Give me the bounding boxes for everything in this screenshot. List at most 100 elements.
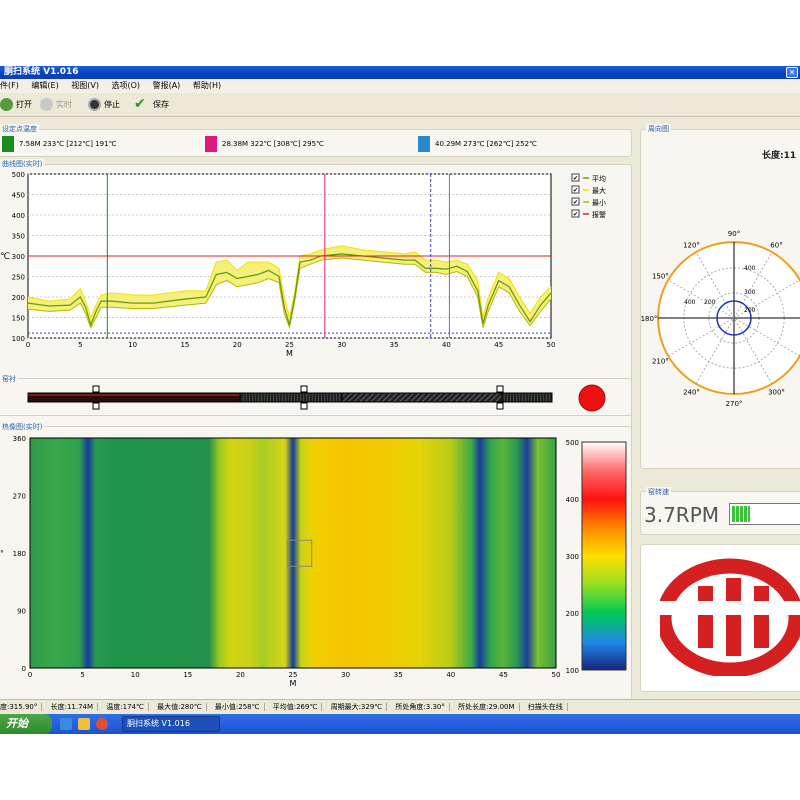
thermal-y-tick: 270 (13, 493, 26, 501)
status-cycle-max: 周期最大:329℃ (330, 703, 388, 711)
open-button[interactable]: 打开 (0, 97, 32, 113)
status-angle: 度:315.90° (0, 703, 43, 711)
realtime-button[interactable]: 实时 (40, 97, 72, 113)
kiln-marker-2b (300, 402, 308, 410)
stop-button[interactable]: 停止 (88, 97, 120, 113)
speed-value: 3.7RPM (644, 503, 720, 527)
curve-chart: 100 150 200 250 300 350 400 450 500 0 5 10 15 20 25 30 3… (0, 171, 606, 358)
speed-title: 窑转速 (646, 487, 671, 497)
polar-chart: 90° 60° 120° 150° 180° 210° 240° 270° 300° 400 300… (641, 230, 800, 406)
status-max: 最大值:280℃ (157, 703, 207, 711)
thermal-y-tick: 360 (13, 435, 26, 443)
polar-angle-label: 300° (768, 389, 785, 397)
curve-y-tick: 350 (12, 233, 25, 241)
menu-edit[interactable]: 编辑(E) (31, 81, 58, 90)
curve-x-tick: 50 (547, 341, 556, 349)
thermal-x-tick: 25 (289, 671, 298, 679)
status-length: 长度:11.74M (50, 703, 99, 711)
curve-y-tick: 200 (12, 294, 25, 302)
colorbar-tick: 200 (566, 610, 579, 618)
curve-x-tick: 15 (180, 341, 189, 349)
polar-angle-label: 180° (641, 315, 658, 323)
company-logo (660, 558, 800, 676)
menu-help[interactable]: 帮助(H) (193, 81, 221, 90)
taskbar: 开始 胴扫系统 V1.016 (0, 714, 800, 734)
polar-angle-label: 150° (652, 273, 669, 281)
speed-gauge-fill (732, 506, 750, 522)
legend-check-mark: ✔ (573, 199, 578, 206)
thermal-x-label: M (290, 679, 297, 688)
status-temp: 温度:174℃ (106, 703, 149, 711)
colorbar-tick: 300 (566, 553, 579, 561)
check-icon: ✔ (134, 96, 146, 112)
status-bar: 度:315.90° 长度:11.74M 温度:174℃ 最大值:280℃ 最小值… (0, 699, 800, 713)
menu-file[interactable]: 件(F) (0, 81, 19, 90)
status-scanner: 扫描头在线 (527, 703, 568, 711)
start-button[interactable]: 开始 (0, 714, 52, 734)
curve-x-tick: 5 (78, 341, 82, 349)
setpoint-3[interactable]: 40.29M 273℃ [262℃] 252℃ (418, 136, 537, 152)
curve-x-tick: 0 (26, 341, 30, 349)
close-button[interactable]: ✕ (786, 67, 798, 78)
window-title: 胴扫系统 V1.016 (4, 67, 79, 77)
polar-radial-label: 400 (744, 265, 756, 272)
setpoint-2[interactable]: 28.38M 322℃ [308℃] 295℃ (205, 136, 324, 152)
polar-angle-label: 60° (770, 241, 782, 249)
thermal-y-tick: 90 (17, 608, 26, 616)
menu-bar: 件(F) 编辑(E) 视图(V) 选项(O) 警报(A) 帮助(H) (0, 79, 800, 93)
kiln-marker-3 (496, 385, 504, 393)
polar-angle-label: 90° (728, 230, 740, 238)
kiln-segment-1 (27, 392, 241, 403)
kiln-marker-3b (496, 402, 504, 410)
colorbar-tick: 500 (566, 439, 579, 447)
legend-label: 最小 (592, 198, 606, 207)
kiln-marker-1 (92, 385, 100, 393)
thermal-chart: 0 90 180 270 360 0 5 10 15 20 25 30 35 40 45 50 M ° 100 200… (0, 435, 627, 688)
status-min: 最小值:258℃ (214, 703, 265, 711)
setpoint-2-swatch (205, 136, 217, 152)
title-bar: 胴扫系统 V1.016 ✕ (0, 66, 800, 79)
colorbar-tick: 400 (566, 496, 579, 504)
colorbar-tick: 100 (566, 667, 579, 675)
length-readout: 长度:11 (762, 151, 797, 161)
curve-y-tick: 150 (12, 315, 25, 323)
menu-options[interactable]: 选项(O) (112, 81, 141, 90)
stop-icon (88, 98, 101, 111)
menu-alarm[interactable]: 警报(A) (153, 81, 181, 90)
media-icon[interactable] (96, 718, 108, 730)
save-button[interactable]: ✔ 保存 (134, 97, 169, 113)
curve-y-label: ℃ (0, 252, 10, 262)
polar-radial-label: 400 (684, 299, 696, 306)
polar-radial-label: 200 (744, 307, 756, 314)
polar-title: 周向图 (646, 124, 671, 134)
thermal-x-tick: 20 (236, 671, 245, 679)
curve-y-tick: 100 (12, 335, 25, 343)
curve-x-tick: 45 (494, 341, 503, 349)
kiln-segment-4 (501, 392, 553, 403)
kiln-segment-2 (239, 392, 343, 403)
thermal-x-tick: 45 (499, 671, 508, 679)
speed-gauge (729, 503, 800, 525)
legend-check-mark: ✔ (573, 175, 578, 182)
legend-check-mark: ✔ (573, 187, 578, 194)
polar-radial-label: 300 (744, 289, 756, 296)
app-window: 胴扫系统 V1.016 ✕ 件(F) 编辑(E) 视图(V) 选项(O) 警报(… (0, 66, 800, 734)
legend-check-mark: ✔ (573, 211, 578, 218)
legend-label: 最大 (592, 186, 606, 195)
colorbar (581, 441, 627, 671)
curve-y-tick: 500 (12, 171, 25, 179)
thermal-image (29, 437, 557, 669)
taskbar-item-app[interactable]: 胴扫系统 V1.016 (122, 716, 220, 732)
toolbar: 打开 实时 停止 ✔ 保存 (0, 93, 800, 117)
folder-icon[interactable] (78, 718, 90, 730)
thermal-x-tick: 50 (552, 671, 561, 679)
setpoint-1[interactable]: 7.58M 233℃ [212℃] 191℃ (2, 136, 116, 152)
ie-icon[interactable] (60, 718, 72, 730)
curve-x-tick: 20 (233, 341, 242, 349)
curve-y-tick: 400 (12, 212, 25, 220)
thermal-x-tick: 35 (394, 671, 403, 679)
menu-view[interactable]: 视图(V) (71, 81, 99, 90)
kiln-marker-1b (92, 402, 100, 410)
kiln-lining-bar (27, 384, 606, 412)
polar-radial-label: 200 (704, 299, 716, 306)
